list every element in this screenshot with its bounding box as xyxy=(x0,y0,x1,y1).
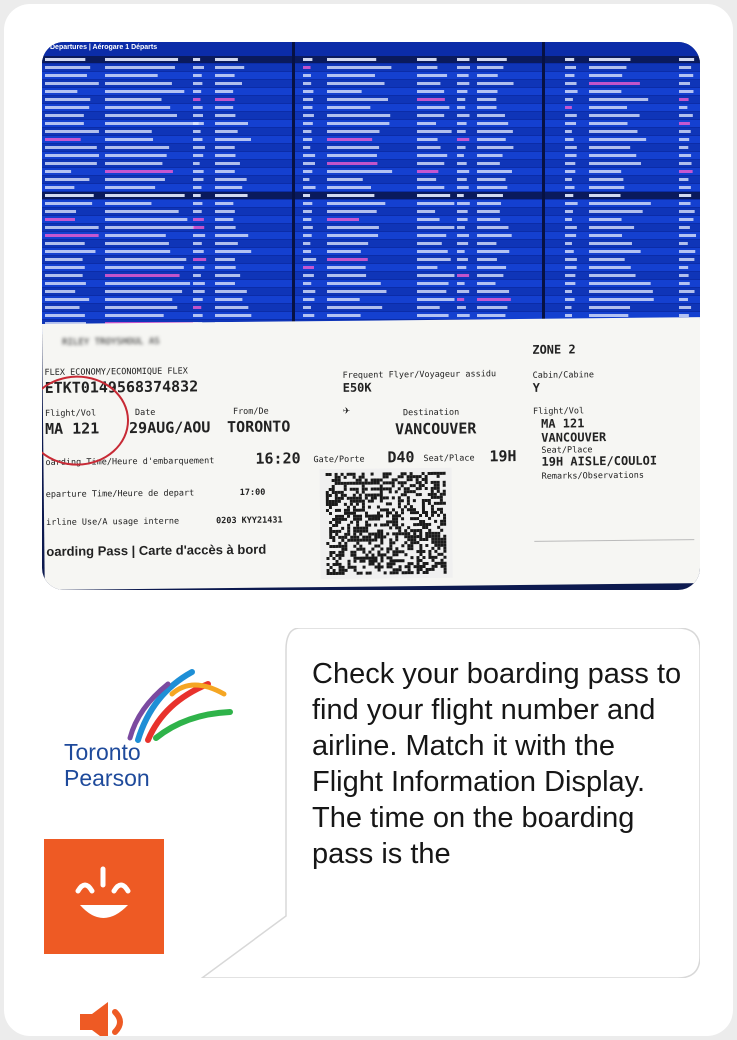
zone: ZONE 2 xyxy=(532,342,576,357)
frequent-flyer-value: E50K xyxy=(342,380,372,395)
smiley-app-icon[interactable] xyxy=(44,839,164,954)
flight-information-display: Departures | Aérogare 1 Départs xyxy=(42,42,700,334)
logo-wordmark: Toronto Pearson xyxy=(64,739,150,791)
boarding-pass: RILEY TROYSHOUL AS FLEX ECONOMY/ECONOMIQ… xyxy=(42,317,700,590)
stub-flight-value: MA 121 xyxy=(540,416,585,431)
gate-value: D40 xyxy=(387,448,415,467)
boarding-pass-title: oarding Pass | Carte d'accès à bord xyxy=(46,541,267,559)
departure-time-value: 17:00 xyxy=(239,487,266,498)
cabin-label: Cabin/Cabine xyxy=(532,370,595,381)
destination-label: Destination xyxy=(402,407,460,419)
cabin-value: Y xyxy=(532,380,541,395)
seat-value: 19H xyxy=(489,447,517,466)
stub-seat-value: 19H AISLE/COULOI xyxy=(541,453,658,469)
departure-time-label: eparture Time/Heure de depart xyxy=(45,488,195,500)
logo-line-2: Pearson xyxy=(64,765,150,791)
boarding-pass-photo: Departures | Aérogare 1 Départs RILEY TR… xyxy=(42,42,700,590)
stub-destination: VANCOUVER xyxy=(541,430,607,445)
date-label: Date xyxy=(134,407,156,419)
date-value: 29AUG/AOU xyxy=(129,418,211,438)
plane-icon: ✈ xyxy=(342,402,351,417)
from-value: TORONTO xyxy=(226,417,291,437)
frequent-flyer-label: Frequent Flyer/Voyageur assidu xyxy=(342,369,497,381)
divider xyxy=(534,539,695,542)
gate-label: Gate/Porte xyxy=(313,454,365,466)
remarks-label: Remarks/Observations xyxy=(541,470,645,482)
boarding-time-value: 16:20 xyxy=(255,449,301,468)
fids-board xyxy=(42,42,700,334)
speaker-icon[interactable] xyxy=(78,1000,134,1036)
barcode xyxy=(319,467,453,580)
airline-use-value: 0203 KYY21431 xyxy=(216,515,283,527)
stub-flight-label: Flight/Vol xyxy=(532,406,585,417)
instruction-message: Check your boarding pass to find your fl… xyxy=(312,658,682,870)
passenger-name: RILEY TROYSHOUL AS xyxy=(62,336,160,348)
content-card: Departures | Aérogare 1 Départs RILEY TR… xyxy=(4,4,733,1036)
fids-title: Departures | Aérogare 1 Départs xyxy=(50,44,158,51)
seat-label: Seat/Place xyxy=(423,453,475,465)
from-label: From/De xyxy=(232,406,269,418)
logo-line-1: Toronto xyxy=(64,739,141,765)
airline-use-label: irline Use/A usage interne xyxy=(46,516,180,528)
destination-value: VANCOUVER xyxy=(395,419,477,439)
